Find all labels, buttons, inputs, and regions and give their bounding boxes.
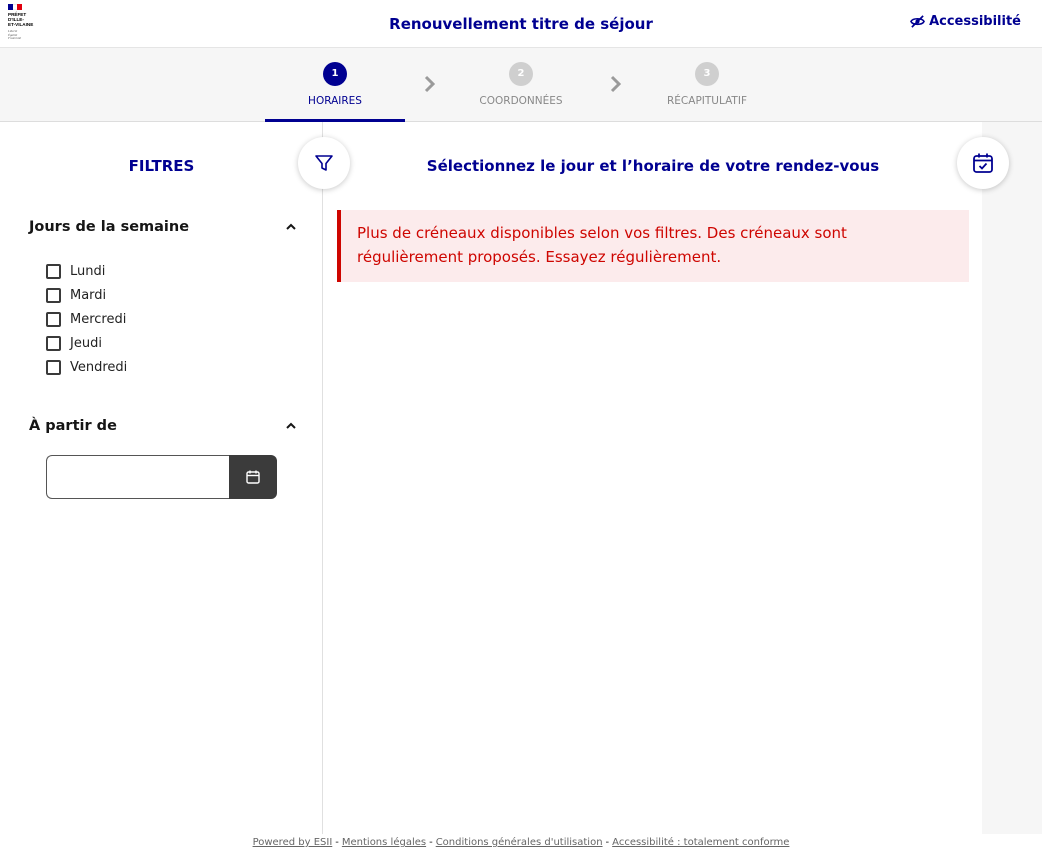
footer-link-accessibilite[interactable]: Accessibilité : totalement conforme bbox=[612, 837, 789, 848]
day-label: Jeudi bbox=[70, 335, 102, 351]
right-panel bbox=[982, 122, 1042, 834]
day-label: Mardi bbox=[70, 287, 107, 303]
stepper: 1 HORAIRES 2 COORDONNÉES 3 RÉCAPITULATIF bbox=[0, 48, 1042, 122]
filter-toggle-button[interactable] bbox=[298, 137, 350, 189]
day-checkbox-mercredi[interactable]: Mercredi bbox=[46, 307, 127, 331]
calendar-check-icon bbox=[973, 153, 993, 173]
start-date-input[interactable] bbox=[46, 455, 230, 499]
days-section-title: Jours de la semaine bbox=[29, 219, 190, 235]
date-picker-button[interactable] bbox=[229, 455, 277, 499]
checkbox-icon[interactable] bbox=[46, 335, 61, 351]
step-coordonnees[interactable]: 2 COORDONNÉES bbox=[451, 48, 591, 122]
checkbox-icon[interactable] bbox=[46, 287, 61, 303]
chevron-up-icon bbox=[286, 422, 296, 429]
step-number: 1 bbox=[323, 62, 347, 86]
slot-selection-title: Sélectionnez le jour et l’horaire de vot… bbox=[426, 157, 880, 175]
checkbox-icon[interactable] bbox=[46, 311, 61, 327]
eye-slash-icon bbox=[910, 15, 925, 28]
header: PRÉFET D'ILLE- ET-VILAINE Liberté Égalit… bbox=[0, 0, 1042, 48]
date-section-toggle[interactable]: À partir de bbox=[29, 418, 297, 434]
day-checkbox-vendredi[interactable]: Vendredi bbox=[46, 355, 127, 379]
step-horaires[interactable]: 1 HORAIRES bbox=[265, 48, 405, 122]
days-list: Lundi Mardi Mercredi Jeudi Vendredi bbox=[46, 259, 127, 379]
footer-link-cgu[interactable]: Conditions générales d'utilisation bbox=[436, 837, 603, 848]
chevron-right-icon bbox=[610, 75, 622, 93]
accessibility-button[interactable]: Accessibilité bbox=[910, 14, 1021, 29]
no-slots-alert: Plus de créneaux disponibles selon vos f… bbox=[337, 210, 969, 282]
footer: Powered by ESII - Mentions légales - Conditi… bbox=[0, 834, 1042, 852]
filters-title: FILTRES bbox=[128, 157, 195, 175]
filter-icon bbox=[315, 155, 333, 171]
step-label: HORAIRES bbox=[308, 95, 362, 107]
day-label: Vendredi bbox=[70, 359, 128, 375]
calendar-toggle-button[interactable] bbox=[957, 137, 1009, 189]
checkbox-icon[interactable] bbox=[46, 263, 61, 279]
day-label: Lundi bbox=[70, 263, 106, 279]
chevron-right-icon bbox=[424, 75, 436, 93]
step-number: 2 bbox=[509, 62, 533, 86]
french-flag-icon bbox=[8, 4, 23, 10]
step-label: COORDONNÉES bbox=[479, 95, 563, 107]
day-checkbox-lundi[interactable]: Lundi bbox=[46, 259, 127, 283]
accessibility-label: Accessibilité bbox=[929, 14, 1021, 29]
footer-link-mentions-legales[interactable]: Mentions légales bbox=[342, 837, 426, 848]
days-section-toggle[interactable]: Jours de la semaine bbox=[29, 219, 297, 235]
chevron-up-icon bbox=[286, 223, 296, 230]
step-label: RÉCAPITULATIF bbox=[667, 95, 747, 107]
footer-link-powered-by[interactable]: Powered by ESII bbox=[253, 837, 333, 848]
step-recapitulatif[interactable]: 3 RÉCAPITULATIF bbox=[637, 48, 777, 122]
footer-separator: - bbox=[605, 837, 610, 848]
footer-separator: - bbox=[429, 837, 433, 848]
page-title: Renouvellement titre de séjour bbox=[389, 15, 653, 33]
date-section-title: À partir de bbox=[29, 418, 117, 434]
main-content: Sélectionnez le jour et l’horaire de vot… bbox=[324, 122, 982, 834]
day-checkbox-mardi[interactable]: Mardi bbox=[46, 283, 127, 307]
footer-separator: - bbox=[335, 837, 339, 848]
calendar-icon bbox=[246, 470, 260, 484]
day-checkbox-jeudi[interactable]: Jeudi bbox=[46, 331, 127, 355]
filters-sidebar: FILTRES Jours de la semaine Lundi Mardi … bbox=[0, 122, 323, 834]
step-number: 3 bbox=[695, 62, 719, 86]
day-label: Mercredi bbox=[70, 311, 127, 327]
checkbox-icon[interactable] bbox=[46, 359, 61, 375]
